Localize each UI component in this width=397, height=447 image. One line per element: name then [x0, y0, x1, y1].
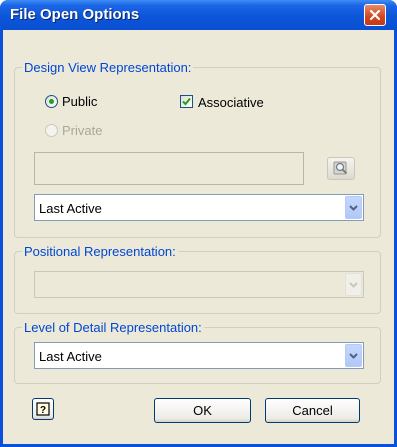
design-view-combo-value: Last Active	[39, 201, 102, 216]
dialog-body: Design View Representation: Public Assoc…	[3, 30, 394, 444]
positional-combo	[34, 271, 364, 298]
chevron-down-icon	[349, 281, 358, 288]
help-button[interactable]: ?	[32, 398, 54, 420]
level-of-detail-legend: Level of Detail Representation:	[24, 320, 202, 335]
ok-button[interactable]: OK	[154, 398, 251, 423]
help-icon: ?	[36, 402, 50, 416]
private-label: Private	[62, 123, 103, 138]
close-icon	[369, 9, 381, 21]
associative-checkbox[interactable]	[180, 95, 193, 108]
level-of-detail-combo-value: Last Active	[39, 349, 102, 364]
design-view-dropdown-button[interactable]	[345, 196, 362, 219]
window-title: File Open Options	[10, 6, 140, 23]
chevron-down-icon	[349, 204, 358, 211]
cancel-button[interactable]: Cancel	[265, 398, 360, 423]
representation-name-field	[34, 152, 304, 185]
title-bar: File Open Options	[0, 0, 397, 30]
positional-legend: Positional Representation:	[24, 244, 176, 259]
positional-dropdown-button	[345, 273, 362, 296]
design-view-combo[interactable]: Last Active	[34, 194, 364, 221]
private-radio	[45, 124, 58, 137]
level-of-detail-dropdown-button[interactable]	[345, 344, 362, 367]
associative-label: Associative	[198, 95, 264, 110]
public-radio[interactable]	[45, 95, 58, 108]
public-label: Public	[62, 94, 98, 109]
checkmark-icon	[182, 97, 191, 106]
close-button[interactable]	[364, 4, 386, 26]
level-of-detail-combo[interactable]: Last Active	[34, 342, 364, 369]
svg-text:?: ?	[40, 405, 46, 416]
radio-selected-dot	[49, 99, 54, 104]
design-view-legend: Design View Representation:	[24, 60, 192, 75]
chevron-down-icon	[349, 352, 358, 359]
dialog-window: File Open Options Design View Representa…	[0, 0, 397, 447]
search-icon	[333, 161, 348, 175]
browse-button[interactable]	[327, 157, 355, 180]
